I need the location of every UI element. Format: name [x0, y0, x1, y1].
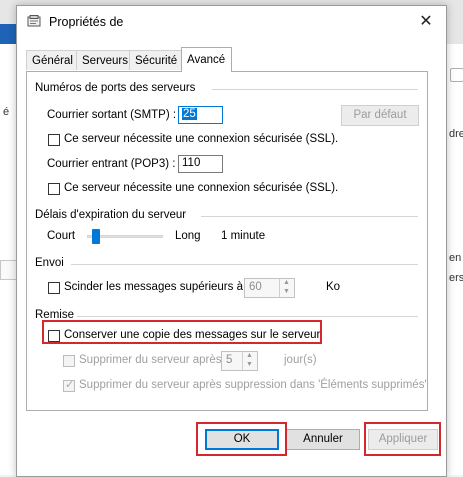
background-right-text-3: ersat — [449, 272, 463, 284]
pop3-ssl-checkbox[interactable] — [48, 183, 60, 195]
remove-deleted-checkbox[interactable]: ✓ — [63, 379, 75, 392]
background-right-pane: dre en ersat — [446, 44, 463, 475]
split-messages-label: Scinder les messages supérieurs à — [64, 281, 243, 293]
split-size-value: 60 — [249, 281, 262, 293]
send-group-title: Envoi — [35, 257, 68, 269]
delivery-group-divider — [77, 316, 418, 317]
close-icon: ✕ — [419, 13, 433, 30]
tab-advanced[interactable]: Avancé — [181, 47, 232, 72]
remove-after-checkbox[interactable] — [63, 355, 75, 367]
split-size-arrows[interactable]: ▲ ▼ — [279, 279, 294, 297]
remove-after-label: Supprimer du serveur après — [79, 354, 222, 366]
tab-general[interactable]: Général — [26, 50, 77, 70]
tab-security[interactable]: Sécurité — [129, 50, 182, 70]
pop3-port-value: 110 — [182, 157, 201, 169]
pop3-ssl-label: Ce serveur nécessite une connexion sécur… — [64, 182, 339, 194]
spin-down-icon[interactable]: ▼ — [283, 288, 290, 295]
background-left-text: é — [3, 106, 10, 118]
background-right-text-2: en — [449, 252, 462, 264]
spin-up-icon[interactable]: ▲ — [283, 279, 290, 286]
dialog-title: Propriétés de — [49, 15, 124, 29]
timeout-slider-thumb[interactable] — [92, 229, 101, 244]
spin-up-icon[interactable]: ▲ — [246, 352, 253, 359]
split-size-spinner[interactable]: 60 ▲ ▼ — [244, 278, 295, 298]
properties-dialog: Propriétés de ✕ Général Serveurs Sécurit… — [16, 5, 447, 477]
ports-group-divider — [212, 89, 418, 90]
account-properties-icon — [27, 15, 41, 27]
close-button[interactable]: ✕ — [406, 6, 446, 38]
checkmark-icon: ✓ — [65, 379, 75, 391]
default-ports-button[interactable]: Par défaut — [341, 105, 419, 126]
timeout-group-title: Délais d'expiration du serveur — [35, 209, 191, 221]
advanced-panel: Numéros de ports des serveurs Courrier s… — [26, 71, 428, 411]
pop3-port-input[interactable]: 110 — [178, 155, 223, 173]
title-bar[interactable]: Propriétés de ✕ — [17, 6, 446, 38]
tab-servers[interactable]: Serveurs — [76, 50, 130, 70]
remove-after-value: 5 — [226, 354, 233, 366]
smtp-ssl-checkbox[interactable] — [48, 134, 60, 146]
apply-highlight — [364, 422, 441, 456]
remove-after-spinner[interactable]: 5 ▲ ▼ — [221, 351, 258, 371]
remove-deleted-label: Supprimer du serveur après suppression d… — [79, 379, 427, 391]
timeout-value: 1 minute — [221, 230, 266, 242]
background-right-text-1: dre — [449, 128, 463, 140]
cancel-button[interactable]: Annuler — [286, 429, 360, 450]
smtp-port-value: 25 — [182, 108, 197, 120]
keep-copy-highlight — [42, 320, 322, 344]
send-group-divider — [71, 264, 418, 265]
smtp-port-input[interactable]: 25 — [178, 106, 223, 124]
spin-down-icon[interactable]: ▼ — [246, 361, 253, 368]
split-size-unit: Ko — [326, 281, 341, 293]
split-messages-checkbox[interactable] — [48, 282, 60, 294]
pop3-port-label: Courrier entrant (POP3) : — [47, 158, 176, 170]
ok-highlight — [196, 422, 287, 456]
timeout-long-label: Long — [175, 230, 201, 242]
ports-group-title: Numéros de ports des serveurs — [35, 82, 200, 94]
smtp-ssl-label: Ce serveur nécessite une connexion sécur… — [64, 133, 339, 145]
timeout-group-divider — [201, 216, 418, 217]
timeout-short-label: Court — [47, 230, 76, 242]
remove-after-arrows[interactable]: ▲ ▼ — [242, 352, 257, 370]
smtp-port-label: Courrier sortant (SMTP) : — [47, 109, 177, 121]
background-icon — [450, 68, 463, 82]
days-label: jour(s) — [284, 354, 317, 366]
